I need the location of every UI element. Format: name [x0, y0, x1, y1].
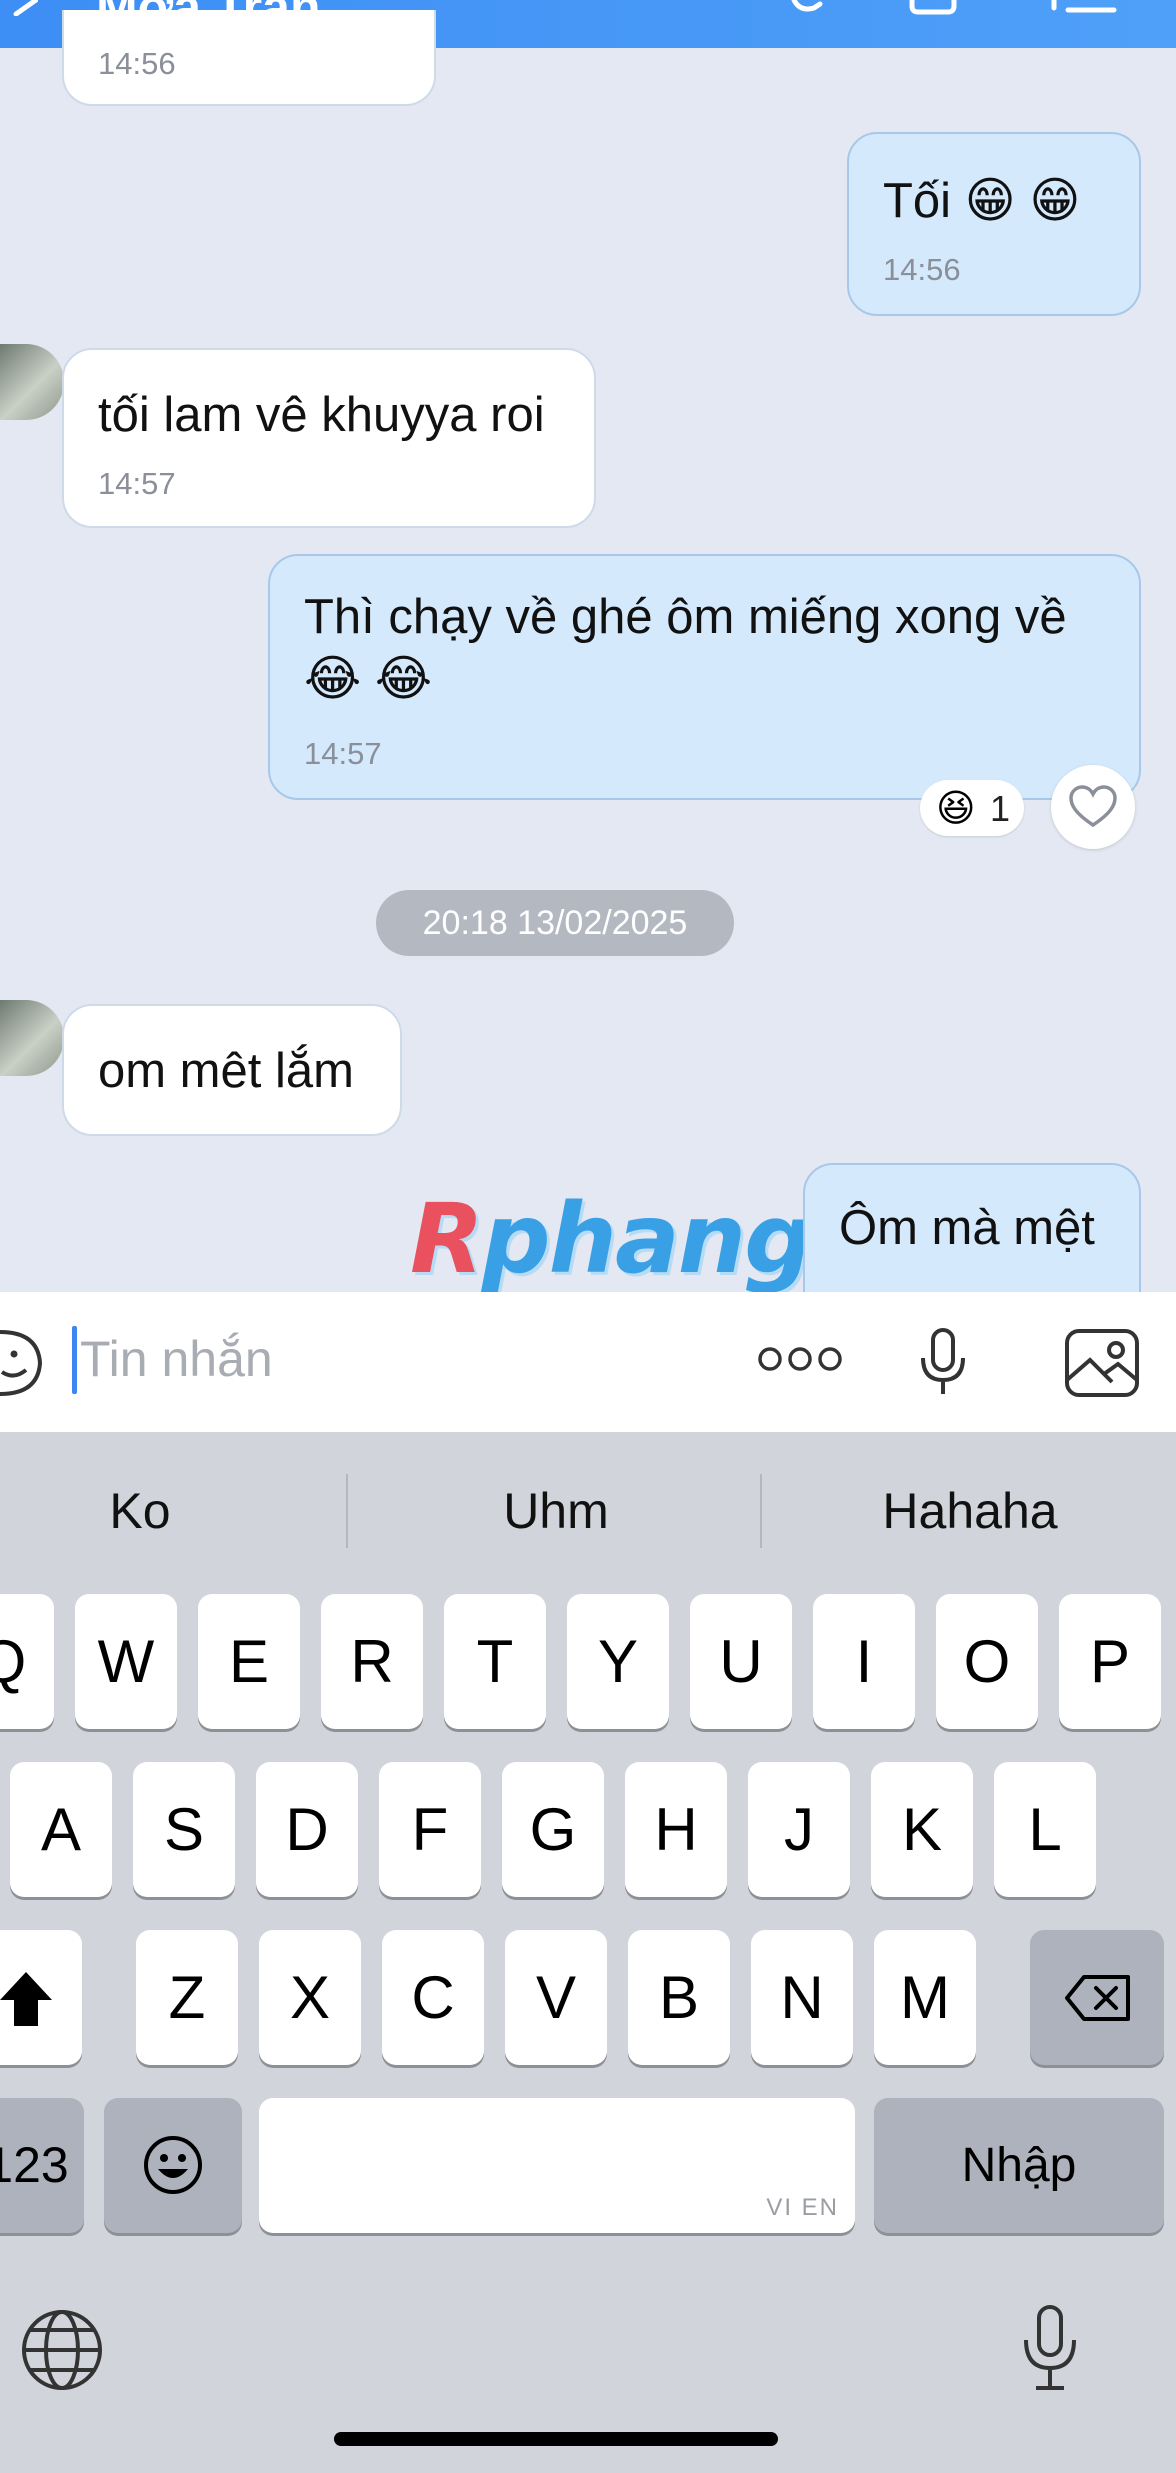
message-text: 😂 😂	[304, 652, 433, 706]
contact-avatar[interactable]	[0, 344, 64, 420]
message-text: om mêt lắm	[98, 1044, 354, 1098]
suggestion-divider	[346, 1474, 348, 1548]
message-time: 14:56	[883, 252, 961, 287]
key-d[interactable]: D	[256, 1762, 358, 1897]
key-u[interactable]: U	[690, 1594, 792, 1729]
key-k[interactable]: K	[871, 1762, 973, 1897]
key-o[interactable]: O	[936, 1594, 1038, 1729]
shift-key[interactable]	[0, 1930, 82, 2065]
key-r[interactable]: R	[321, 1594, 423, 1729]
key-t[interactable]: T	[444, 1594, 546, 1729]
laugh-emoji-icon: 😆	[936, 788, 976, 830]
key-b[interactable]: B	[628, 1930, 730, 2065]
key-c[interactable]: C	[382, 1930, 484, 2065]
key-l[interactable]: L	[994, 1762, 1096, 1897]
reaction-count: 1	[990, 788, 1011, 829]
video-call-icon[interactable]	[908, 0, 968, 16]
text-cursor	[72, 1326, 77, 1394]
message-text: tối lam vê khuyya roi	[98, 388, 545, 442]
key-v[interactable]: V	[505, 1930, 607, 2065]
message-input-bar: Tin nhắn	[0, 1292, 1176, 1432]
message-bubble-incoming[interactable]: 14:56	[62, 10, 436, 106]
react-button[interactable]	[1051, 765, 1135, 849]
key-s[interactable]: S	[133, 1762, 235, 1897]
keyboard-language-label: VI EN	[766, 2194, 839, 2221]
key-z[interactable]: Z	[136, 1930, 238, 2065]
key-y[interactable]: Y	[567, 1594, 669, 1729]
key-e[interactable]: E	[198, 1594, 300, 1729]
numbers-key[interactable]: 123	[0, 2098, 84, 2233]
key-w[interactable]: W	[75, 1594, 177, 1729]
key-g[interactable]: G	[502, 1762, 604, 1897]
message-time: 14:57	[98, 466, 176, 501]
keyboard: Ko Uhm Hahaha QWERTYUIOP ASDFGHJKL ZXCVB…	[0, 1432, 1176, 2473]
key-i[interactable]: I	[813, 1594, 915, 1729]
key-f[interactable]: F	[379, 1762, 481, 1897]
key-p[interactable]: P	[1059, 1594, 1161, 1729]
key-h[interactable]: H	[625, 1762, 727, 1897]
back-icon[interactable]	[8, 0, 38, 16]
message-bubble-outgoing[interactable]: Thì chạy về ghé ôm miếng xong về 😂 😂 14:…	[268, 554, 1141, 800]
message-bubble-outgoing[interactable]: Tối 😁 😁 14:56	[847, 132, 1141, 316]
heart-icon	[1069, 785, 1117, 828]
globe-icon[interactable]	[20, 2308, 104, 2392]
dictation-microphone-icon[interactable]	[1020, 2304, 1080, 2392]
date-separator: 20:18 13/02/2025	[376, 890, 734, 956]
message-time: 14:57	[304, 736, 382, 771]
message-text: Thì chạy về ghé ôm miếng xong về	[304, 590, 1067, 644]
suggestion-1[interactable]: Ko	[0, 1482, 330, 1540]
backspace-icon	[1065, 1975, 1130, 2021]
space-key[interactable]: VI EN	[259, 2098, 855, 2233]
message-text: Tối 😁 😁	[883, 174, 1081, 228]
menu-icon[interactable]	[1048, 0, 1118, 16]
contact-avatar[interactable]	[0, 1000, 64, 1076]
message-time: 14:56	[98, 46, 176, 81]
emoji-key[interactable]	[104, 2098, 242, 2233]
return-key[interactable]: Nhập	[874, 2098, 1164, 2233]
suggestion-2[interactable]: Uhm	[366, 1482, 746, 1540]
sticker-icon[interactable]	[0, 1328, 44, 1398]
message-input[interactable]: Tin nhắn	[80, 1330, 273, 1388]
more-options-icon[interactable]	[758, 1344, 842, 1374]
suggestion-3[interactable]: Hahaha	[780, 1482, 1160, 1540]
key-j[interactable]: J	[748, 1762, 850, 1897]
shift-arrow-icon	[0, 1972, 52, 2026]
home-indicator[interactable]	[334, 2432, 778, 2446]
phone-icon[interactable]	[790, 0, 840, 16]
suggestion-divider	[760, 1474, 762, 1548]
key-x[interactable]: X	[259, 1930, 361, 2065]
message-text: Ôm mà mệt	[839, 1201, 1095, 1255]
emoji-icon	[144, 2136, 202, 2194]
message-bubble-incoming[interactable]: tối lam vê khuyya roi 14:57	[62, 348, 596, 528]
watermark-logo: Rphang	[410, 1183, 813, 1295]
key-q[interactable]: Q	[0, 1594, 54, 1729]
image-gallery-icon[interactable]	[1064, 1328, 1140, 1398]
microphone-icon[interactable]	[918, 1328, 968, 1398]
reaction-summary[interactable]: 😆 1	[920, 780, 1024, 836]
message-bubble-incoming[interactable]: om mêt lắm	[62, 1004, 402, 1136]
key-n[interactable]: N	[751, 1930, 853, 2065]
key-a[interactable]: A	[10, 1762, 112, 1897]
backspace-key[interactable]	[1030, 1930, 1164, 2065]
key-m[interactable]: M	[874, 1930, 976, 2065]
